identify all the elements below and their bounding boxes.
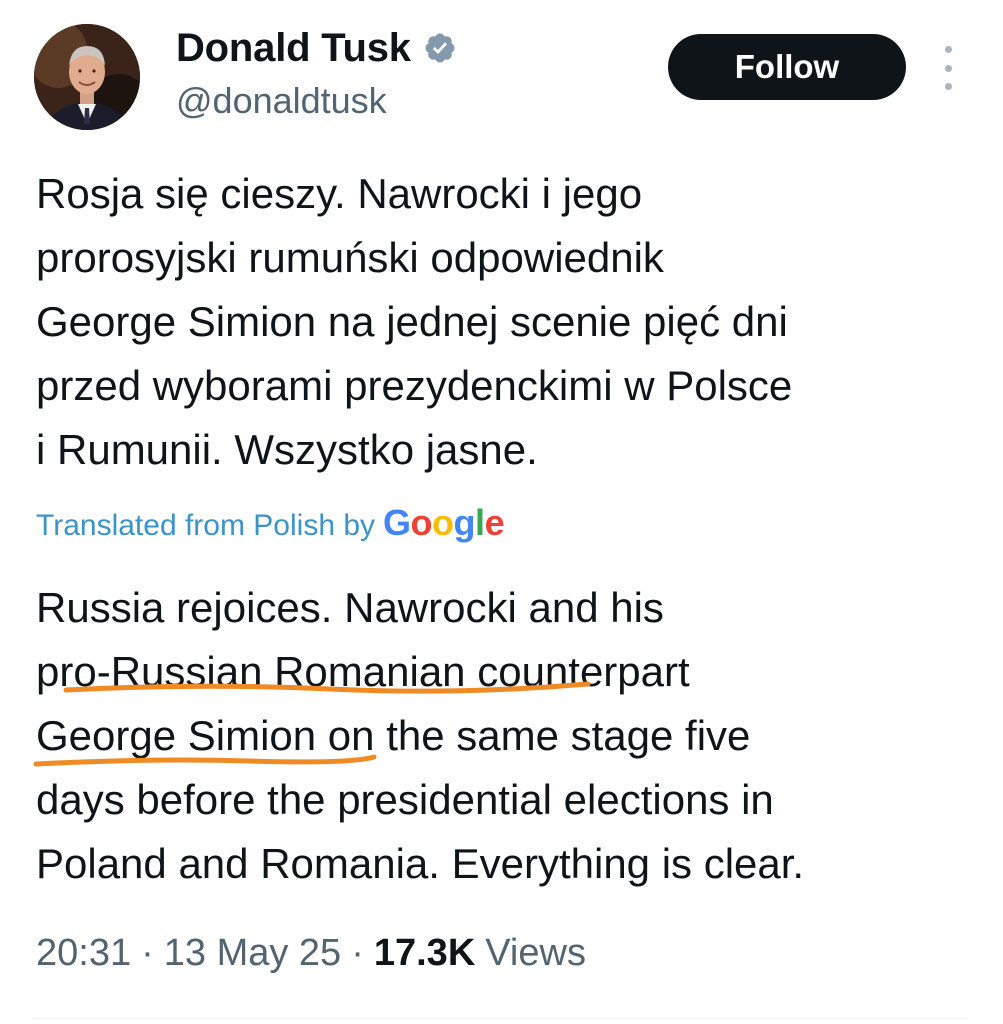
tweet-translated-line: days before the presidential elections i… xyxy=(36,776,774,823)
tweet-meta: 20:31 · 13 May 25 · 17.3K Views xyxy=(36,932,586,975)
avatar[interactable] xyxy=(34,24,140,130)
meta-separator: · xyxy=(141,932,154,974)
more-dot xyxy=(944,64,952,72)
tweet-text-line: Rosja się cieszy. Nawrocki i jego xyxy=(36,170,643,217)
tweet-text-line: przed wyborami prezydenckimi w Polsce xyxy=(36,362,793,409)
google-letter: o xyxy=(432,502,454,543)
google-letter: l xyxy=(475,502,485,543)
avatar-photo xyxy=(34,24,140,130)
more-dot xyxy=(944,46,952,53)
views-count[interactable]: 17.3K xyxy=(374,932,475,975)
more-dot xyxy=(944,83,952,90)
google-letter: e xyxy=(484,502,505,543)
more-vertical-icon[interactable] xyxy=(934,46,962,90)
tweet-translated-line: pro-Russian Romanian counterpart xyxy=(36,648,690,695)
translation-label: Translated from Polish by xyxy=(36,509,376,542)
author-handle[interactable]: @donaldtusk xyxy=(176,80,387,122)
google-logo: Google xyxy=(383,502,505,544)
tweet-card: Donald Tusk @donaldtusk Follow Rosja się… xyxy=(0,0,1003,1024)
tweet-text-line: George Simion na jednej scenie pięć dni xyxy=(36,298,788,345)
google-letter: g xyxy=(453,502,476,543)
tweet-translated-line: Russia rejoices. Nawrocki and his xyxy=(36,584,664,631)
tweet-translated-line: George Simion on the same stage five xyxy=(36,712,751,759)
author-name-row: Donald Tusk xyxy=(176,24,457,72)
meta-separator: · xyxy=(351,932,364,974)
tweet-original-text: Rosja się cieszy. Nawrocki i jego proros… xyxy=(36,162,792,482)
views-label: Views xyxy=(485,932,586,974)
tweet-translated-text: Russia rejoices. Nawrocki and his pro-Ru… xyxy=(36,576,804,896)
tweet-date[interactable]: 13 May 25 xyxy=(164,932,341,975)
divider xyxy=(34,1018,968,1019)
tweet-translated-line: Poland and Romania. Everything is clear. xyxy=(36,840,805,887)
google-letter: G xyxy=(383,502,411,543)
verified-badge-icon[interactable] xyxy=(423,31,457,65)
tweet-time[interactable]: 20:31 xyxy=(36,932,131,975)
google-wordmark: Google xyxy=(383,502,505,543)
author-display-name[interactable]: Donald Tusk xyxy=(176,26,411,71)
tweet-text-line: i Rumunii. Wszystko jasne. xyxy=(36,426,538,473)
follow-button[interactable]: Follow xyxy=(668,34,906,100)
translation-note[interactable]: Translated from Polish by Google xyxy=(36,502,505,544)
tweet-text-line: prorosyjski rumuński odpowiednik xyxy=(36,234,664,281)
google-letter: o xyxy=(410,502,433,543)
